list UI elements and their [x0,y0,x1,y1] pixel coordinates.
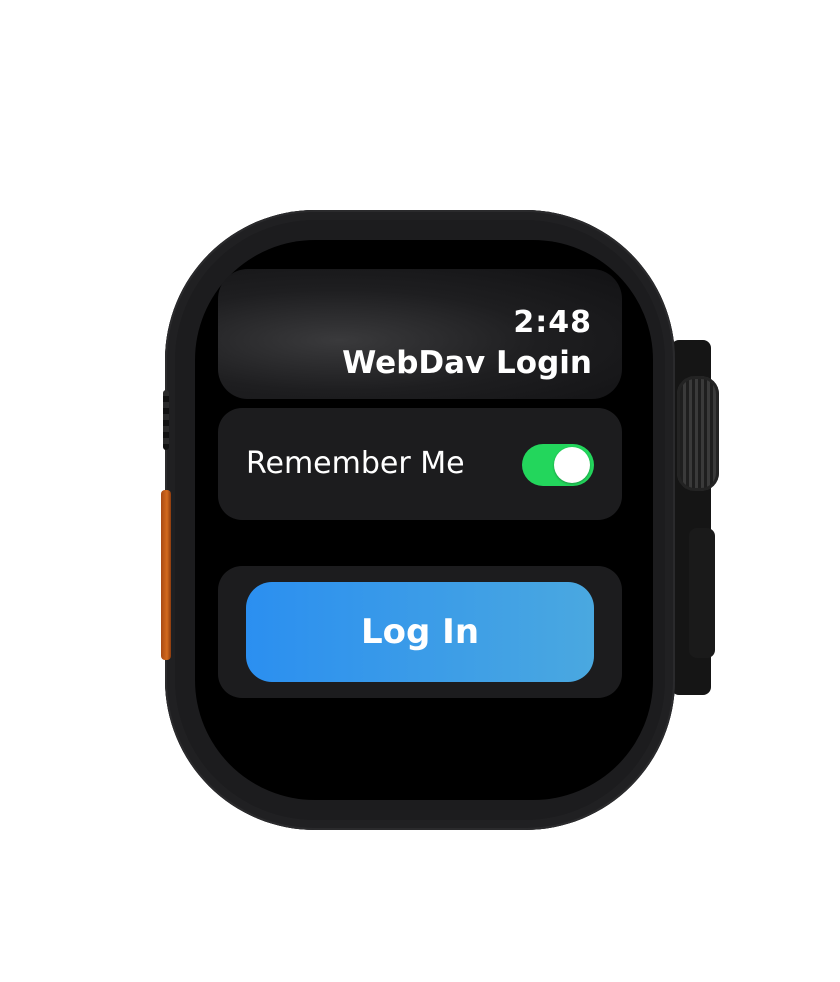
side-button[interactable] [689,528,715,658]
clock-time: 2:48 [513,305,592,340]
nav-header: 2:48 WebDav Login [218,269,622,399]
remember-me-toggle[interactable] [522,444,594,486]
toggle-knob [554,447,590,483]
login-button-container: Log In [218,566,622,698]
login-button[interactable]: Log In [246,582,594,682]
speaker-grille [163,390,169,450]
remember-me-row[interactable]: Remember Me [218,408,622,520]
remember-me-label: Remember Me [246,446,465,481]
action-button[interactable] [161,490,171,660]
page-title: WebDav Login [342,345,592,381]
digital-crown[interactable] [677,376,719,491]
